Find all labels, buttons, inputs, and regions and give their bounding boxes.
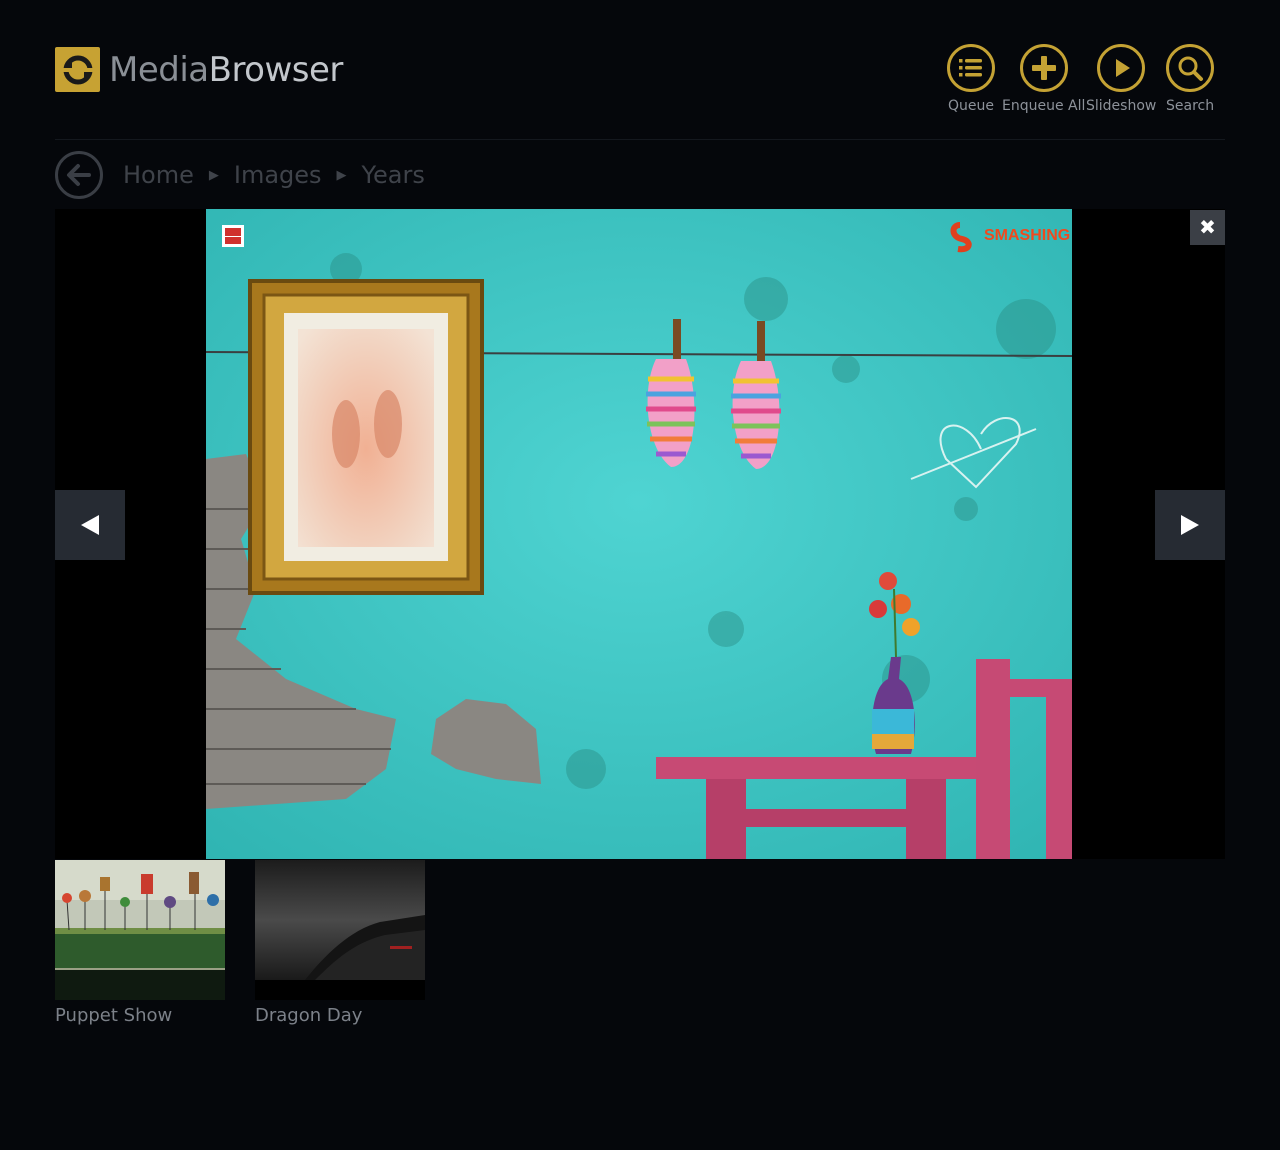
enqueue-all-button[interactable]: Enqueue All — [1002, 44, 1085, 114]
plus-icon — [1019, 44, 1068, 92]
queue-label: Queue — [948, 98, 994, 114]
image-brand-text: SMASHING — [984, 227, 1070, 244]
next-arrow-icon — [1181, 515, 1199, 535]
thumbnail-title: Dragon Day — [255, 1005, 363, 1026]
toolbar: Queue Enqueue All Slideshow Search — [940, 44, 1230, 124]
thumbnail-item[interactable]: Puppet Show — [55, 860, 225, 1026]
breadcrumb: Home ▶ Images ▶ Years — [55, 151, 425, 199]
breadcrumb-years[interactable]: Years — [362, 161, 425, 189]
search-button[interactable]: Search — [1166, 44, 1214, 114]
image-viewer: SMASHING ✖ — [55, 209, 1225, 859]
close-icon: ✖ — [1199, 215, 1216, 239]
breadcrumb-images[interactable]: Images — [234, 161, 322, 189]
thumbnail-item[interactable]: Dragon Day — [255, 860, 425, 1026]
breadcrumb-home[interactable]: Home — [123, 161, 194, 189]
back-button[interactable] — [55, 151, 103, 199]
close-viewer-button[interactable]: ✖ — [1190, 210, 1225, 245]
slideshow-button[interactable]: Slideshow — [1086, 44, 1156, 114]
slideshow-label: Slideshow — [1086, 98, 1157, 114]
search-icon — [1166, 44, 1215, 92]
enqueue-all-label: Enqueue All — [1002, 98, 1086, 114]
next-image-button[interactable] — [1155, 490, 1225, 560]
queue-button[interactable]: Queue — [947, 44, 995, 114]
thumbnail-image — [255, 860, 425, 1000]
back-arrow-icon — [67, 164, 91, 186]
sync-logo-icon — [55, 47, 100, 92]
thumbnail-image — [55, 860, 225, 1000]
breadcrumb-separator-icon: ▶ — [336, 167, 347, 183]
search-label: Search — [1166, 98, 1215, 114]
app-logo: MediaBrowser — [55, 47, 343, 92]
previous-arrow-icon — [81, 515, 99, 535]
numbered-list-icon — [947, 44, 995, 92]
previous-image-button[interactable] — [55, 490, 125, 560]
thumbnail-title: Puppet Show — [55, 1005, 173, 1026]
header-divider — [55, 139, 1225, 140]
breadcrumb-separator-icon: ▶ — [208, 167, 219, 183]
app-title: MediaBrowser — [109, 49, 343, 90]
play-icon — [1097, 44, 1146, 92]
viewer-image: SMASHING — [206, 209, 1072, 859]
